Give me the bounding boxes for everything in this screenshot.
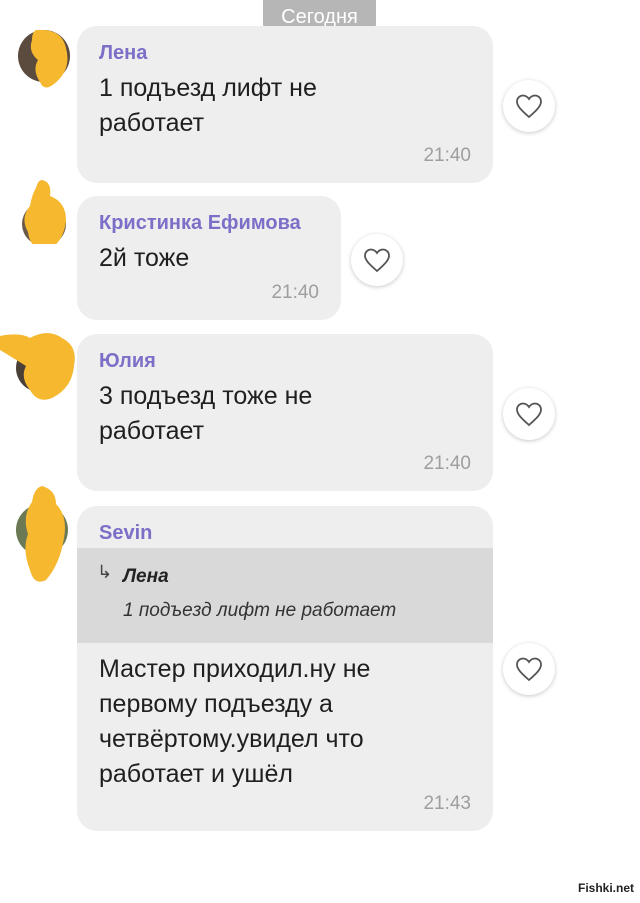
heart-outline-icon bbox=[516, 402, 542, 427]
reply-arrow-icon: ↳ bbox=[97, 562, 113, 582]
message-time: 21:40 bbox=[423, 453, 471, 474]
heart-outline-icon bbox=[516, 94, 542, 119]
reply-sender: Лена bbox=[123, 566, 169, 587]
message-bubble[interactable]: Кристинка Ефимова 2й тоже 21:40 bbox=[77, 196, 341, 320]
like-button[interactable] bbox=[503, 643, 555, 695]
like-button[interactable] bbox=[503, 388, 555, 440]
message-bubble[interactable]: Лена 1 подъезд лифт не работает 21:40 bbox=[77, 26, 493, 183]
sender-name[interactable]: Юлия bbox=[99, 350, 156, 373]
reply-text: 1 подъезд лифт не работает bbox=[123, 600, 397, 621]
heart-outline-icon bbox=[364, 248, 390, 273]
message-text: 2й тоже bbox=[99, 244, 190, 272]
message-text: Мастер приходил.ну не первому подъезду а… bbox=[99, 655, 371, 788]
message-bubble[interactable]: Юлия 3 подъезд тоже не работает 21:40 bbox=[77, 334, 493, 491]
avatar[interactable] bbox=[14, 180, 70, 244]
like-button[interactable] bbox=[503, 80, 555, 132]
reply-quote[interactable]: ↳ Лена 1 подъезд лифт не работает bbox=[77, 548, 493, 643]
sender-name[interactable]: Кристинка Ефимова bbox=[99, 212, 301, 235]
sender-name[interactable]: Лена bbox=[99, 42, 147, 65]
message-time: 21:40 bbox=[423, 145, 471, 166]
message-text: 1 подъезд лифт не работает bbox=[99, 74, 317, 137]
sender-name[interactable]: Sevin bbox=[99, 522, 152, 545]
avatar[interactable] bbox=[12, 486, 72, 586]
heart-outline-icon bbox=[516, 657, 542, 682]
avatar[interactable] bbox=[14, 26, 70, 90]
like-button[interactable] bbox=[351, 234, 403, 286]
watermark: Fishki.net bbox=[577, 881, 634, 895]
message-bubble[interactable]: Sevin ↳ Лена 1 подъезд лифт не работает … bbox=[77, 506, 493, 831]
message-text: 3 подъезд тоже не работает bbox=[99, 382, 313, 445]
message-time: 21:40 bbox=[271, 282, 319, 303]
message-time: 21:43 bbox=[423, 793, 471, 814]
avatar[interactable] bbox=[0, 326, 80, 406]
